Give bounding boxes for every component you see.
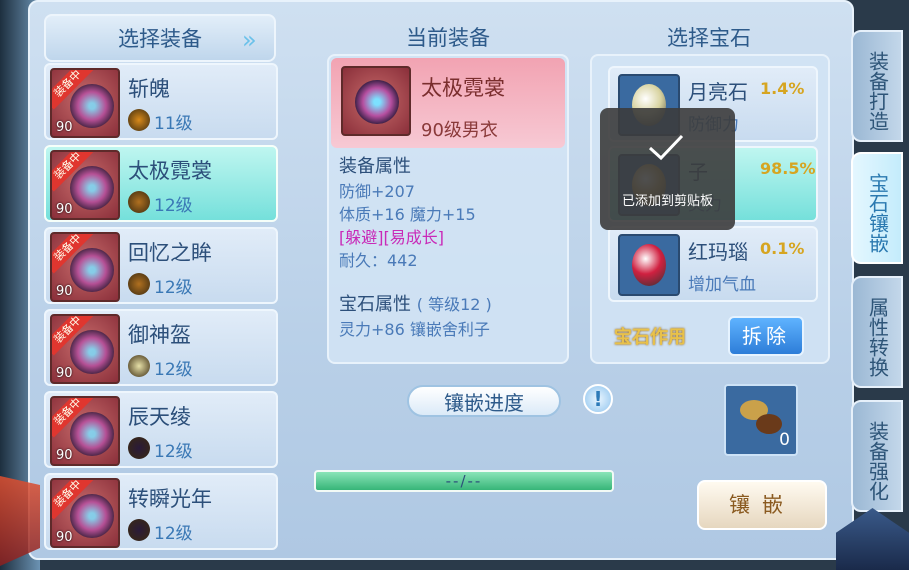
gem-percent: 0.1% xyxy=(760,239,805,258)
equipment-icon: 装备中 90 xyxy=(50,478,120,548)
gem-desc: 增加气血 xyxy=(688,275,756,295)
equipment-item[interactable]: 装备中 90 转瞬光年 12级 xyxy=(44,473,278,550)
gem-attr-level: ( 等级12 ) xyxy=(416,295,492,314)
select-equipment-header: 选择装备 » xyxy=(44,14,276,62)
clipboard-toast: 已添加到剪贴板 xyxy=(600,108,735,230)
tab-attr-convert[interactable]: 属性转换 xyxy=(851,276,903,388)
gem-icon xyxy=(128,273,150,295)
stone-count: 0 xyxy=(779,430,790,450)
gem-icon xyxy=(128,355,150,377)
info-icon[interactable]: ! xyxy=(583,384,613,414)
equipment-name: 斩魄 xyxy=(128,77,170,101)
gem-item[interactable]: 红玛瑙 0.1% 增加气血 xyxy=(608,226,818,302)
equipment-name: 太极霓裳 xyxy=(128,159,212,183)
current-equipment-subtitle: 90级男衣 xyxy=(421,120,498,141)
gem-icon xyxy=(128,109,150,131)
equipment-level: 90 xyxy=(56,202,73,217)
gem-percent: 1.4% xyxy=(760,79,805,98)
equipment-item[interactable]: 装备中 90 回忆之眸 12级 xyxy=(44,227,278,304)
gem-icon xyxy=(128,437,150,459)
equipment-icon: 装备中 90 xyxy=(50,232,120,302)
equipment-level: 90 xyxy=(56,366,73,381)
current-equipment-title: 当前装备 xyxy=(406,26,490,50)
gem-name: 红玛瑙 xyxy=(688,240,748,264)
gem-level: 12级 xyxy=(154,524,193,544)
equipment-level: 90 xyxy=(56,284,73,299)
chevron-right-icon[interactable]: » xyxy=(242,26,268,54)
current-equipment-icon xyxy=(341,66,411,136)
attr-stats: 体质+16 魔力+15 xyxy=(339,205,476,224)
select-equipment-title: 选择装备 xyxy=(118,27,202,51)
gem-name: 月亮石 xyxy=(688,80,748,104)
equipment-item[interactable]: 装备中 90 辰天绫 12级 xyxy=(44,391,278,468)
tab-gem-inlay[interactable]: 宝石镶嵌 xyxy=(851,152,903,264)
gem-effect-link[interactable]: 宝石作用 xyxy=(614,323,686,349)
gem-percent: 98.5% xyxy=(760,159,816,178)
attr-durability: 耐久：442 xyxy=(339,251,418,270)
equipment-name: 辰天绫 xyxy=(128,405,191,429)
current-equipment-panel: 太极霓裳 90级男衣 装备属性 防御+207 体质+16 魔力+15 [躲避][… xyxy=(327,54,569,364)
equipment-name: 转瞬光年 xyxy=(128,487,212,511)
equipment-name: 回忆之眸 xyxy=(128,241,212,265)
gem-attr-header: 宝石属性 ( 等级12 ) xyxy=(339,294,492,315)
gem-level: 11级 xyxy=(154,114,193,134)
inlay-progress-text: --/-- xyxy=(445,472,483,490)
check-icon xyxy=(648,134,684,161)
stone-slot[interactable]: 0 xyxy=(724,384,798,456)
gem-attr-value: 灵力+86 镶嵌舍利子 xyxy=(339,320,490,339)
gem-level: 12级 xyxy=(154,196,193,216)
equipment-icon: 装备中 90 xyxy=(50,396,120,466)
toast-message: 已添加到剪贴板 xyxy=(621,194,713,209)
equipment-icon: 装备中 90 xyxy=(50,150,120,220)
equipment-level: 90 xyxy=(56,120,73,135)
equipment-name: 御神盔 xyxy=(128,323,191,347)
gem-level: 12级 xyxy=(154,278,193,298)
gem-level: 12级 xyxy=(154,360,193,380)
current-equipment-card: 太极霓裳 90级男衣 xyxy=(331,58,565,148)
equipment-icon: 装备中 90 xyxy=(50,68,120,138)
equipment-level: 90 xyxy=(56,530,73,545)
equipment-level: 90 xyxy=(56,448,73,463)
inlay-progress-bar: --/-- xyxy=(314,470,614,492)
equipment-item[interactable]: 装备中 90 斩魄 11级 xyxy=(44,63,278,140)
gem-icon xyxy=(128,191,150,213)
gem-icon xyxy=(128,519,150,541)
inlay-progress-label: 镶嵌进度 xyxy=(407,385,561,417)
equipment-item[interactable]: 装备中 90 太极霓裳 12级 xyxy=(44,145,278,222)
equipment-icon: 装备中 90 xyxy=(50,314,120,384)
inlay-button[interactable]: 镶嵌 xyxy=(697,480,827,530)
tab-forge[interactable]: 装备打造 xyxy=(851,30,903,142)
gem-level: 12级 xyxy=(154,442,193,462)
attr-header: 装备属性 xyxy=(339,156,411,177)
tab-enhance[interactable]: 装备强化 xyxy=(851,400,903,512)
select-gem-title: 选择宝石 xyxy=(667,26,751,50)
attr-special: [躲避][易成长] xyxy=(339,228,444,247)
remove-button[interactable]: 拆除 xyxy=(728,316,804,356)
game-window: { "titles": { "select_equipment": "选择装备"… xyxy=(0,0,909,570)
equipment-item[interactable]: 装备中 90 御神盔 12级 xyxy=(44,309,278,386)
attr-defense: 防御+207 xyxy=(339,182,415,201)
gem-stone-icon xyxy=(618,234,680,296)
current-equipment-name: 太极霓裳 xyxy=(421,76,505,100)
